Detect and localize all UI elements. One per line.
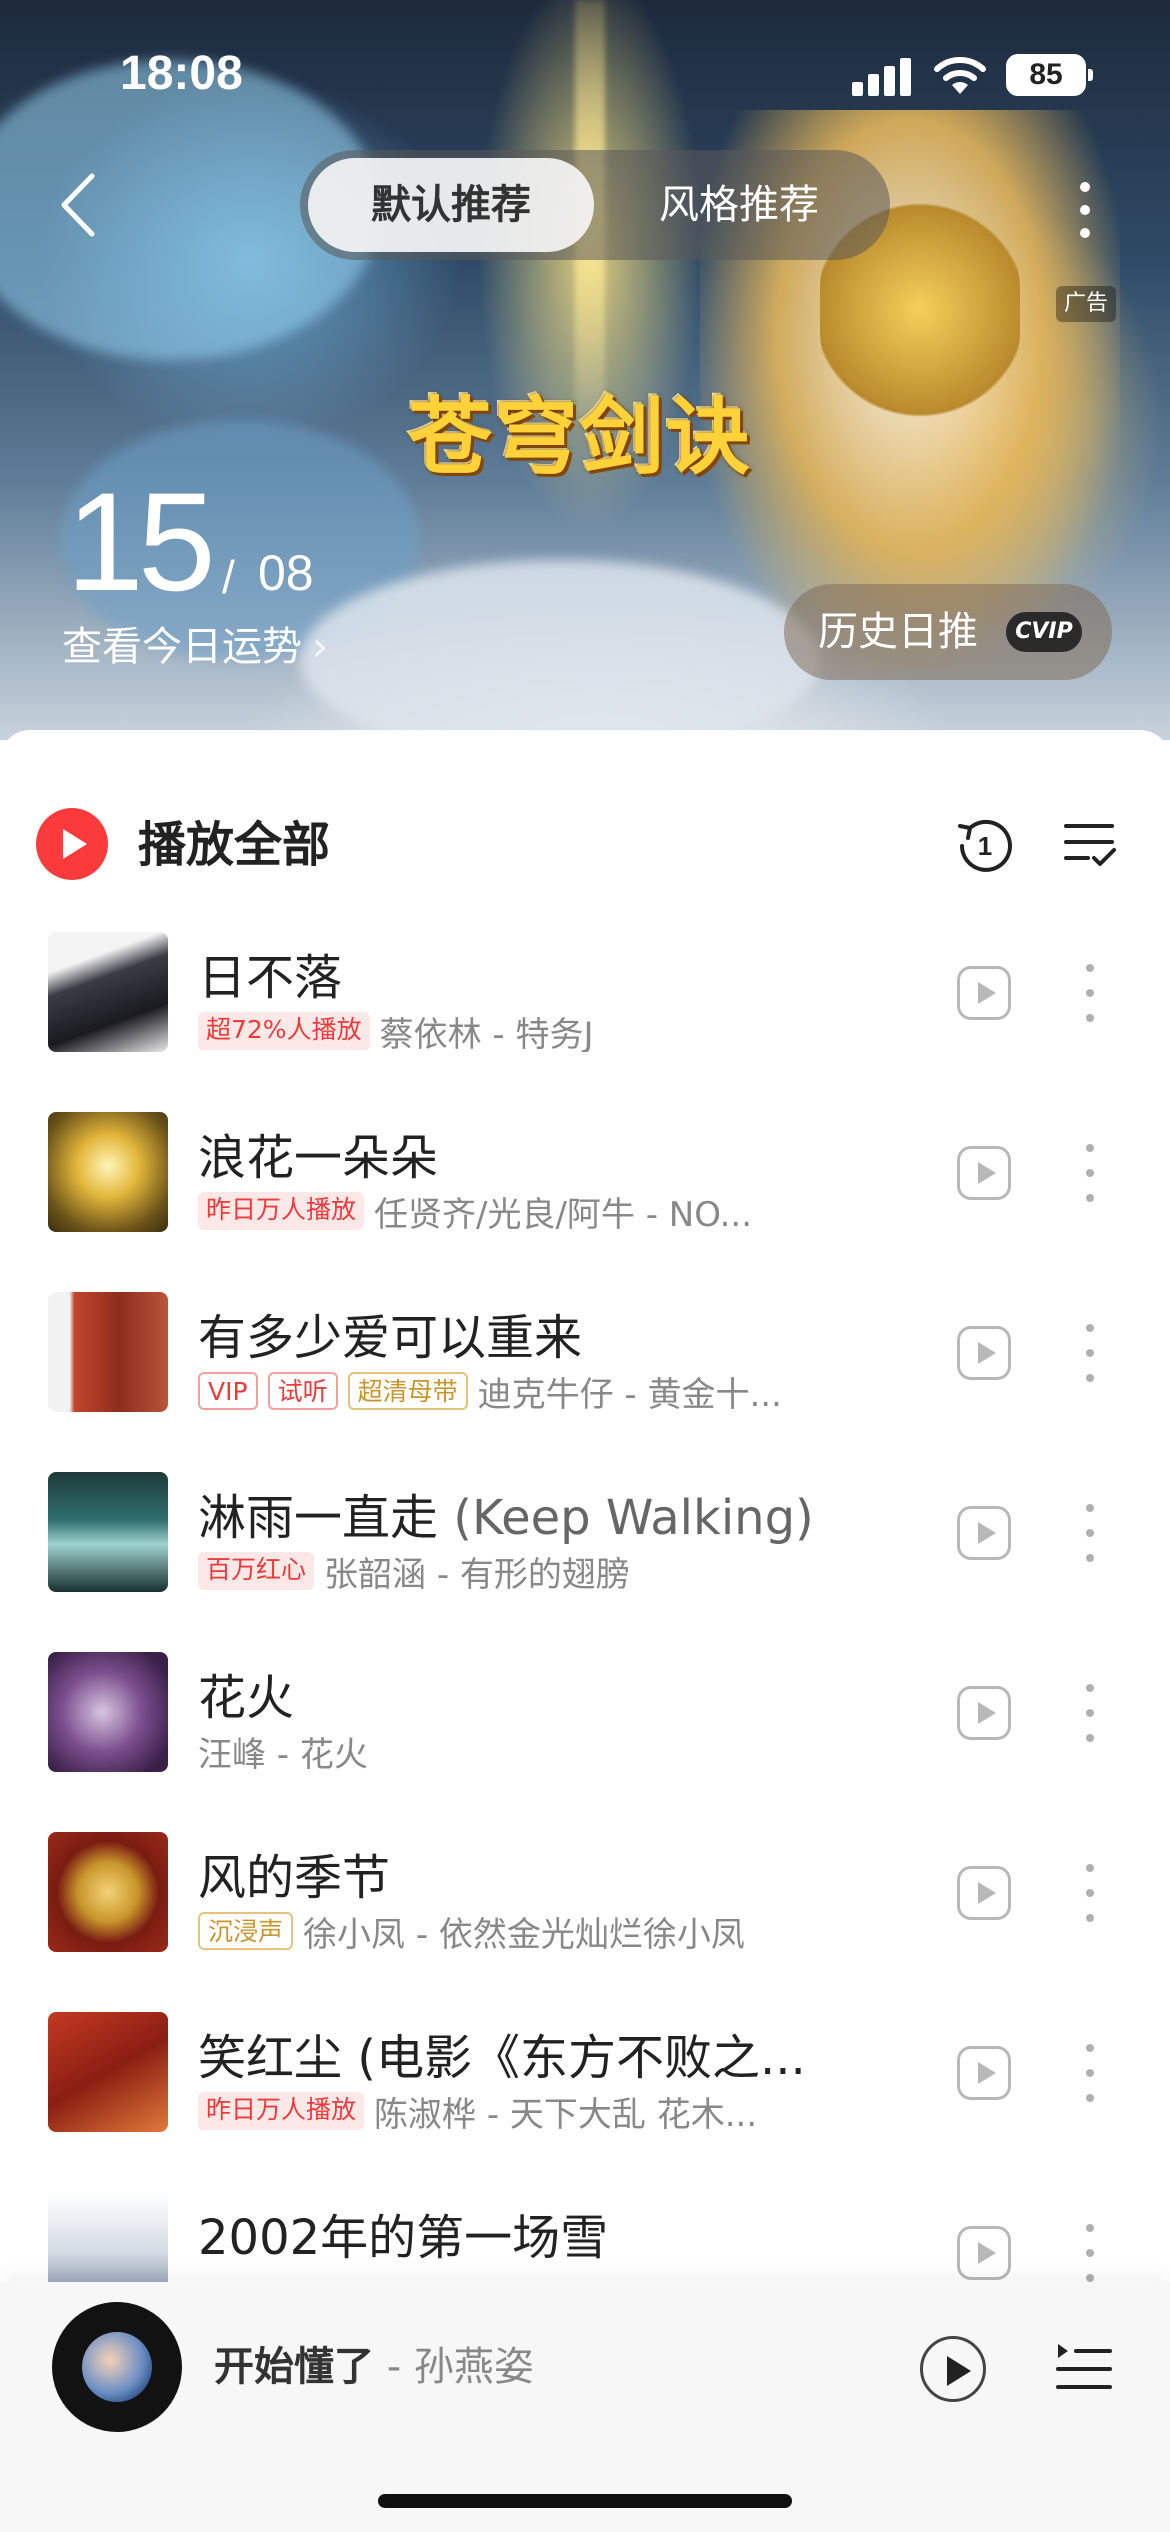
play-icon[interactable]	[957, 2226, 1011, 2280]
song-title: 风的季节	[198, 1850, 391, 1906]
now-playing-track[interactable]: 开始懂了 - 孙燕姿	[214, 2332, 534, 2402]
fortune-link[interactable]: 查看今日运势 ›	[62, 614, 328, 672]
fortune-link-label: 查看今日运势	[62, 624, 302, 670]
history-recommend-label: 历史日推	[818, 609, 978, 655]
play-icon[interactable]	[957, 1326, 1011, 1380]
ad-label: 广告	[1056, 286, 1116, 322]
immersive-sound-badge: 沉浸声	[198, 1912, 294, 1950]
song-row[interactable]: 花火 汪峰 - 花火	[0, 1630, 1170, 1810]
more-vertical-icon[interactable]	[1080, 1140, 1100, 1206]
song-title-main: 淋雨一直走	[198, 1490, 439, 1546]
song-meta: 昨日万人播放 任贤齐/光良/阿牛 - NO...	[198, 1190, 752, 1232]
song-title: 有多少爱可以重来	[198, 1310, 583, 1366]
now-playing-cover	[82, 2332, 152, 2402]
recommend-tab-switch: 默认推荐 风格推荐	[300, 150, 890, 260]
song-artist: 汪峰 - 花火	[198, 1734, 368, 1773]
song-row[interactable]: 笑红尘 (电影《东方不败之... 昨日万人播放 陈淑桦 - 天下大乱 花木...	[0, 1990, 1170, 2170]
album-cover	[48, 1292, 168, 1412]
album-cover	[48, 1832, 168, 1952]
song-title: 日不落	[198, 950, 343, 1006]
song-artist: 迪克牛仔 - 黄金十...	[477, 1374, 782, 1413]
tab-default-recommend[interactable]: 默认推荐	[308, 158, 594, 252]
now-playing-artist: - 孙燕姿	[374, 2344, 534, 2390]
song-badge: 百万红心	[198, 1552, 315, 1590]
date-day: 15	[66, 463, 216, 620]
song-meta: 昨日万人播放 陈淑桦 - 天下大乱 花木...	[198, 2090, 757, 2132]
multi-select-icon[interactable]	[1064, 820, 1116, 868]
history-recommend-button[interactable]: 历史日推 CVIP	[784, 584, 1112, 680]
home-indicator[interactable]	[378, 2494, 792, 2508]
status-time: 18:08	[120, 47, 243, 100]
song-meta: 汪峰 - 花火	[198, 1730, 368, 1773]
song-row[interactable]: 风的季节 沉浸声 徐小凤 - 依然金光灿烂徐小凤	[0, 1810, 1170, 1990]
song-title-extra: (Keep Walking)	[438, 1490, 814, 1546]
song-artist: 陈淑桦 - 天下大乱 花木...	[374, 2094, 758, 2133]
loop-count: 1	[978, 831, 992, 861]
cvip-badge: CVIP	[1006, 612, 1082, 652]
chevron-right-icon: ›	[312, 624, 328, 670]
album-cover	[48, 2012, 168, 2132]
song-artist: 张韶涵 - 有形的翅膀	[324, 1554, 630, 1593]
song-row[interactable]: 淋雨一直走 (Keep Walking) 百万红心 张韶涵 - 有形的翅膀	[0, 1450, 1170, 1630]
album-cover	[48, 1472, 168, 1592]
song-meta: 百万红心 张韶涵 - 有形的翅膀	[198, 1550, 630, 1592]
more-vertical-icon[interactable]	[1060, 170, 1110, 250]
tab-style-recommend[interactable]: 风格推荐	[596, 158, 882, 252]
song-artist: 蔡依林 - 特务J	[379, 1014, 594, 1053]
now-playing-disc[interactable]	[52, 2302, 182, 2432]
play-all-row: 播放全部 1	[36, 800, 1136, 890]
play-icon[interactable]	[957, 1146, 1011, 1200]
play-all-label[interactable]: 播放全部	[138, 800, 330, 890]
more-vertical-icon[interactable]	[1080, 1320, 1100, 1386]
song-badge: 昨日万人播放	[198, 2092, 365, 2130]
battery-level: 85	[1029, 58, 1063, 91]
wifi-icon	[934, 57, 986, 94]
more-vertical-icon[interactable]	[1080, 1680, 1100, 1746]
song-meta: VIP 试听 超清母带 迪克牛仔 - 黄金十...	[198, 1370, 782, 1412]
album-cover	[48, 1652, 168, 1772]
signal-icon	[852, 58, 912, 96]
more-vertical-icon[interactable]	[1080, 960, 1100, 1026]
song-badge: 昨日万人播放	[198, 1192, 365, 1230]
song-row[interactable]: 浪花一朵朵 昨日万人播放 任贤齐/光良/阿牛 - NO...	[0, 1090, 1170, 1270]
more-vertical-icon[interactable]	[1080, 2220, 1100, 2286]
song-row[interactable]: 有多少爱可以重来 VIP 试听 超清母带 迪克牛仔 - 黄金十...	[0, 1270, 1170, 1450]
date-separator: /	[222, 551, 235, 603]
play-icon[interactable]	[957, 966, 1011, 1020]
song-title: 花火	[198, 1670, 295, 1726]
song-row[interactable]: 日不落 超72%人播放 蔡依林 - 特务J	[0, 910, 1170, 1090]
more-vertical-icon[interactable]	[1080, 1500, 1100, 1566]
play-all-icon[interactable]	[36, 808, 108, 880]
song-artist: 徐小凤 - 依然金光灿烂徐小凤	[303, 1914, 745, 1953]
status-bar: 18:08 85	[0, 0, 1170, 150]
song-title: 笑红尘 (电影《东方不败之...	[198, 2030, 806, 2086]
now-playing-title: 开始懂了	[214, 2344, 374, 2390]
song-meta: 超72%人播放 蔡依林 - 特务J	[198, 1010, 594, 1052]
song-title: 淋雨一直走 (Keep Walking)	[198, 1478, 814, 1548]
banner-game-title: 苍穹剑诀	[407, 387, 752, 486]
playlist-queue-icon[interactable]	[1054, 2340, 1114, 2396]
song-title: 2002年的第一场雪	[198, 2210, 609, 2266]
back-chevron-icon[interactable]	[52, 170, 112, 240]
song-meta: 沉浸声 徐小凤 - 依然金光灿烂徐小凤	[198, 1910, 745, 1952]
play-icon[interactable]	[957, 1506, 1011, 1560]
date-month: 08	[258, 545, 314, 601]
song-badge: 超72%人播放	[198, 1012, 370, 1050]
play-icon[interactable]	[957, 1866, 1011, 1920]
play-icon[interactable]	[957, 2046, 1011, 2100]
album-cover	[48, 932, 168, 1052]
album-cover	[48, 1112, 168, 1232]
vip-badge: VIP	[198, 1372, 258, 1410]
song-artist: 任贤齐/光良/阿牛 - NO...	[374, 1194, 753, 1233]
battery-icon: 85	[1006, 54, 1093, 96]
more-vertical-icon[interactable]	[1080, 1860, 1100, 1926]
single-loop-icon[interactable]: 1	[956, 816, 1014, 874]
preview-badge: 试听	[267, 1372, 338, 1410]
song-title: 浪花一朵朵	[198, 1130, 439, 1186]
master-quality-badge: 超清母带	[347, 1372, 468, 1410]
play-pause-button[interactable]	[920, 2336, 986, 2402]
more-vertical-icon[interactable]	[1080, 2040, 1100, 2106]
play-icon[interactable]	[957, 1686, 1011, 1740]
